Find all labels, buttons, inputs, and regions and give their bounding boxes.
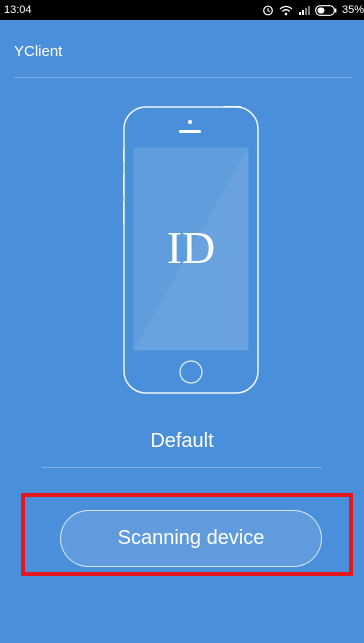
battery-percent: 35% xyxy=(341,4,364,16)
device-name: Default xyxy=(150,430,214,452)
device-illustration: ID xyxy=(122,105,259,394)
status-time: 13:04 xyxy=(4,4,32,16)
app-title: YClient xyxy=(14,43,63,60)
wifi-icon xyxy=(279,5,293,16)
signal-icon xyxy=(298,5,310,15)
battery-icon xyxy=(315,4,337,16)
alarm-icon xyxy=(262,4,274,16)
status-bar: 13:04 35% xyxy=(0,0,364,20)
scan-device-button[interactable]: Scanning device xyxy=(60,510,322,567)
status-icons: 35% xyxy=(262,2,364,18)
title-divider xyxy=(14,77,352,78)
device-divider xyxy=(42,467,322,468)
id-label: ID xyxy=(166,222,216,273)
